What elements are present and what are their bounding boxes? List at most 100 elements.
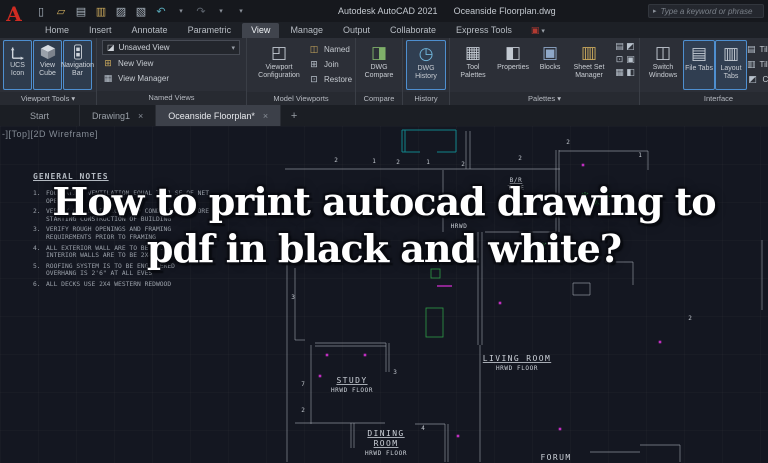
featured-apps-button[interactable]: ▣ ▾ xyxy=(531,26,545,38)
dwg-history-button[interactable]: ◷ DWG History xyxy=(406,40,446,90)
switch-windows-button[interactable]: ◫ Switch Windows xyxy=(643,40,683,90)
dim-number: 3 xyxy=(291,294,295,301)
drawing-canvas[interactable]: -][Top][2D Wireframe] GENERAL NOTES 1.FO… xyxy=(0,126,768,463)
room-label: ROOM xyxy=(374,439,399,448)
button-label: UCS Icon xyxy=(4,62,31,78)
file-tab-start[interactable]: Start xyxy=(0,105,80,126)
sheet-set-manager-button[interactable]: ▥ Sheet Set Manager xyxy=(567,40,611,90)
panel-named-views: ◪ Unsaved View ▾ ⊞ New View ▦ View Manag… xyxy=(97,38,247,105)
file-tabs-button[interactable]: ▤ File Tabs xyxy=(683,40,715,90)
undo-icon[interactable]: ↶ xyxy=(154,5,168,18)
panel-history: ◷ DWG History History xyxy=(403,38,450,105)
panel-label-palettes[interactable]: Palettes ▾ xyxy=(450,92,639,105)
file-tab-label: Start xyxy=(30,111,49,121)
panel-label-viewport-tools[interactable]: Viewport Tools ▾ xyxy=(0,92,96,105)
dim-number: 1 xyxy=(638,152,642,159)
open-file-icon[interactable]: ▱ xyxy=(54,5,68,18)
panel-label-model-viewports[interactable]: Model Viewports xyxy=(247,92,355,105)
button-label: Properties xyxy=(497,64,529,72)
new-view-icon: ⊞ xyxy=(102,59,114,69)
view-dropdown-value: Unsaved View xyxy=(119,43,170,52)
viewport-configuration-icon: ◰ xyxy=(271,42,287,64)
file-tab-drawing1[interactable]: Drawing1 × xyxy=(80,105,156,126)
properties-button[interactable]: ◧ Properties xyxy=(493,40,533,90)
palette-small-icon[interactable]: ◧ xyxy=(625,68,636,81)
redo-caret-icon[interactable]: ▾ xyxy=(214,7,228,15)
autocad-logo[interactable]: A xyxy=(3,3,25,27)
viewport-configuration-button[interactable]: ◰ Viewport Configuration xyxy=(250,40,308,90)
named-viewport-button[interactable]: ◫ Named xyxy=(308,42,352,57)
save-icon[interactable]: ▤ xyxy=(74,5,88,18)
new-file-icon[interactable]: ▯ xyxy=(34,5,48,18)
ribbon-tab-row: Home Insert Annotate Parametric View Man… xyxy=(0,22,768,38)
print-icon[interactable]: ▧ xyxy=(134,5,148,18)
layout-tabs-button[interactable]: ▥ Layout Tabs xyxy=(715,40,747,90)
tile-horizontally-button[interactable]: ▤ Tile Horizontally xyxy=(747,42,768,57)
palette-small-icon[interactable]: ▦ xyxy=(614,68,625,81)
palette-small-icon[interactable]: ◩ xyxy=(625,42,636,55)
tile-vertically-button[interactable]: ▥ Tile Vertically xyxy=(747,57,768,72)
button-label: Viewport Configuration xyxy=(250,64,308,80)
close-tab-icon[interactable]: × xyxy=(138,111,143,121)
blocks-button[interactable]: ▣ Blocks xyxy=(533,40,567,90)
undo-caret-icon[interactable]: ▾ xyxy=(174,7,188,15)
button-label: Layout Tabs xyxy=(716,65,746,81)
button-label: Switch Windows xyxy=(643,64,683,80)
tool-palettes-button[interactable]: ▦ Tool Palettes xyxy=(453,40,493,90)
panel-compare: ◨ DWG Compare Compare xyxy=(356,38,403,105)
search-input[interactable] xyxy=(661,7,759,16)
button-label: New View xyxy=(118,59,153,68)
view-dropdown[interactable]: ◪ Unsaved View ▾ xyxy=(102,40,240,55)
tile-vertically-icon: ▥ xyxy=(747,60,756,70)
redo-icon[interactable]: ↷ xyxy=(194,5,208,18)
navigation-bar-button[interactable]: Navigation Bar xyxy=(63,40,92,90)
ucs-icon-button[interactable]: UCS Icon xyxy=(3,40,32,90)
tab-output[interactable]: Output xyxy=(334,23,379,38)
dim-number: 7 xyxy=(301,381,305,388)
palette-small-icon[interactable]: ▣ xyxy=(625,55,636,68)
dimension-point xyxy=(659,341,662,344)
panel-label-named-views[interactable]: Named Views xyxy=(97,91,246,105)
restore-viewport-button[interactable]: ⊡ Restore xyxy=(308,72,352,87)
view-manager-button[interactable]: ▦ View Manager xyxy=(102,71,169,86)
join-viewport-button[interactable]: ⊞ Join xyxy=(308,57,352,72)
save-as-icon[interactable]: ▥ xyxy=(94,5,108,18)
view-dropdown-caret-icon: ▾ xyxy=(231,44,235,52)
button-label: Join xyxy=(324,60,339,69)
new-view-button[interactable]: ⊞ New View xyxy=(102,56,153,71)
tab-parametric[interactable]: Parametric xyxy=(179,23,241,38)
view-cube-button[interactable]: View Cube xyxy=(33,40,62,90)
search-marker-icon: ▸ xyxy=(653,7,657,15)
tab-home[interactable]: Home xyxy=(36,23,78,38)
file-tab-oceanside-floorplan[interactable]: Oceanside Floorplan* × xyxy=(156,105,281,126)
room-label: LIVING ROOM xyxy=(483,354,551,363)
dimension-point xyxy=(326,354,329,357)
new-drawing-tab-button[interactable]: + xyxy=(281,105,307,126)
navigation-bar-icon xyxy=(73,44,83,60)
tab-annotate[interactable]: Annotate xyxy=(123,23,177,38)
tab-collaborate[interactable]: Collaborate xyxy=(381,23,445,38)
palette-small-icon[interactable]: ▤ xyxy=(614,42,625,55)
dwg-compare-button[interactable]: ◨ DWG Compare xyxy=(359,40,399,90)
view-manager-icon: ▦ xyxy=(102,74,114,84)
tab-manage[interactable]: Manage xyxy=(281,23,332,38)
palette-small-icon[interactable]: ⊡ xyxy=(614,55,625,68)
button-label: Blocks xyxy=(540,64,561,72)
room-label: HRWD FLOOR xyxy=(496,365,538,372)
search-box[interactable]: ▸ xyxy=(648,4,764,18)
panel-label-history[interactable]: History xyxy=(403,92,449,105)
close-tab-icon[interactable]: × xyxy=(263,111,268,121)
tab-express-tools[interactable]: Express Tools xyxy=(447,23,521,38)
headline-line1: How to print autocad drawing to xyxy=(0,178,768,225)
button-label: Tool Palettes xyxy=(453,64,493,80)
panel-label-interface[interactable]: Interface xyxy=(640,92,768,105)
qat-customize-icon[interactable]: ▾ xyxy=(234,7,248,15)
button-label: View Cube xyxy=(34,62,61,78)
dim-number: 2 xyxy=(461,161,465,168)
restore-viewport-icon: ⊡ xyxy=(308,75,320,85)
tab-view[interactable]: View xyxy=(242,23,279,38)
panel-label-compare[interactable]: Compare xyxy=(356,92,402,105)
tab-insert[interactable]: Insert xyxy=(80,23,121,38)
plot-icon[interactable]: ▨ xyxy=(114,5,128,18)
cascade-button[interactable]: ◩ Cascade xyxy=(747,72,768,87)
